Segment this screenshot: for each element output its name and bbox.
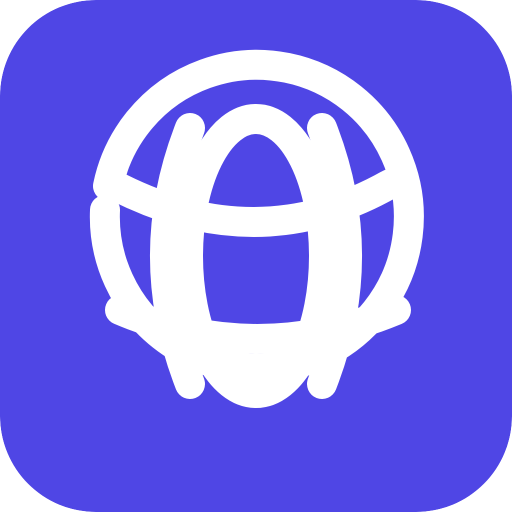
app-icon-svg: [0, 0, 512, 512]
app-icon[interactable]: [0, 0, 512, 512]
